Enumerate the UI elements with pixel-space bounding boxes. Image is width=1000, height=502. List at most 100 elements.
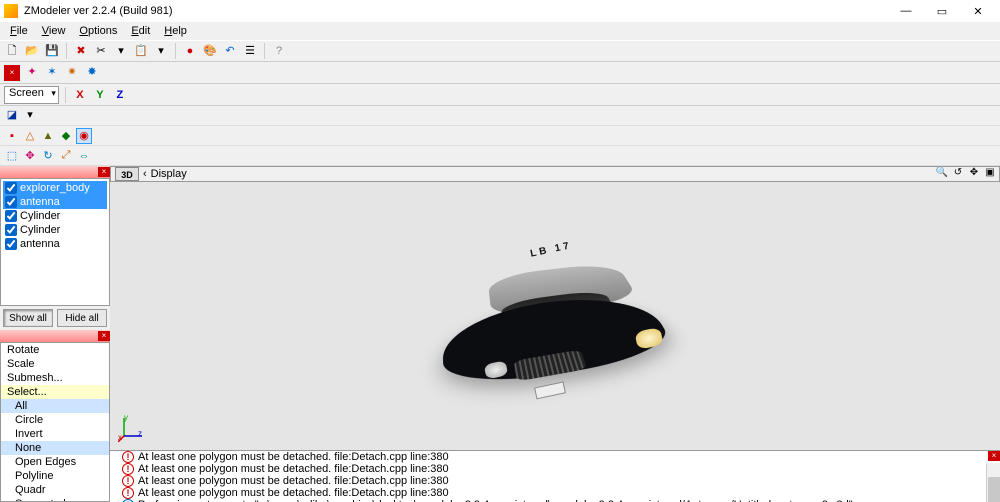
gizmo-x-label: x: [118, 433, 122, 442]
log-err-icon: !: [122, 475, 134, 487]
pan-icon[interactable]: ✥: [967, 167, 981, 181]
axis-x-button[interactable]: X: [72, 87, 88, 103]
face-mode-icon[interactable]: ▲: [40, 128, 56, 144]
zoom-icon[interactable]: 🔍: [935, 167, 949, 181]
viewport-icons: 🔍 ↺ ✥ ▣: [935, 167, 999, 181]
cube-icon[interactable]: ◪: [4, 108, 20, 124]
axis-y-button[interactable]: Y: [92, 87, 108, 103]
close-panel-icon[interactable]: ×: [4, 65, 20, 81]
log-scrollbar[interactable]: [986, 463, 1000, 502]
poly-mode-icon[interactable]: ◆: [58, 128, 74, 144]
titlebar: ZModeler ver 2.2.4 (Build 981) — ▭ ✕: [0, 0, 1000, 22]
log-err-icon: !: [122, 487, 134, 499]
log-close-icon[interactable]: ×: [988, 451, 1000, 461]
hide-all-button[interactable]: Hide all: [57, 309, 107, 327]
help-icon[interactable]: ?: [271, 43, 287, 59]
tool-item[interactable]: All: [1, 399, 109, 413]
tool-item[interactable]: Separated: [1, 497, 109, 502]
tool-item[interactable]: Open Edges: [1, 455, 109, 469]
screen-dropdown[interactable]: Screen: [4, 86, 59, 104]
open-icon[interactable]: 📂: [24, 43, 40, 59]
object-item[interactable]: Cylinder: [3, 209, 107, 223]
reset-icon[interactable]: ↺: [951, 167, 965, 181]
rotate-tool-icon[interactable]: ↻: [40, 148, 56, 164]
scrollbar-thumb[interactable]: [988, 477, 1000, 502]
tool-item[interactable]: Rotate: [1, 343, 109, 357]
close-button[interactable]: ✕: [960, 0, 996, 22]
object-checkbox[interactable]: [5, 224, 17, 236]
paste-icon[interactable]: 📋: [133, 43, 149, 59]
object-item[interactable]: antenna: [3, 195, 107, 209]
materials-icon[interactable]: 🎨: [202, 43, 218, 59]
objects-list[interactable]: explorer_bodyantennaCylinderCylinderante…: [0, 178, 110, 306]
menu-file[interactable]: File: [4, 25, 34, 37]
viewport-display-label[interactable]: Display: [147, 168, 191, 180]
edge-mode-icon[interactable]: △: [22, 128, 38, 144]
axis-z-button[interactable]: Z: [112, 87, 128, 103]
new-icon[interactable]: 🗋: [4, 43, 20, 59]
log-line: ! At least one polygon must be detached. …: [110, 475, 1000, 487]
vertex-mode-icon[interactable]: ▪: [4, 128, 20, 144]
dropdown-icon[interactable]: ▾: [113, 43, 129, 59]
minimize-button[interactable]: —: [888, 0, 924, 22]
viewport-canvas[interactable]: LB 17 y z x: [110, 182, 1000, 450]
separator: [65, 87, 66, 103]
viewport-mode-badge[interactable]: 3D: [115, 167, 139, 181]
tool-item[interactable]: Circle: [1, 413, 109, 427]
panel-close-icon[interactable]: ×: [98, 167, 110, 177]
separator: [66, 43, 67, 59]
tool-icon[interactable]: ✸: [84, 65, 100, 81]
object-checkbox[interactable]: [5, 196, 17, 208]
settings-icon[interactable]: ☰: [242, 43, 258, 59]
delete-icon[interactable]: ✖: [73, 43, 89, 59]
object-name: antenna: [20, 238, 60, 250]
show-hide-row: Show all Hide all: [0, 306, 110, 330]
tool-item[interactable]: None: [1, 441, 109, 455]
object-name: antenna: [20, 196, 60, 208]
gizmo-lines: [118, 412, 148, 442]
object-checkbox[interactable]: [5, 210, 17, 222]
tool-item[interactable]: Quadr: [1, 483, 109, 497]
object-checkbox[interactable]: [5, 182, 17, 194]
log-line: !At least one polygon must be detached. …: [110, 463, 1000, 475]
maximize-viewport-icon[interactable]: ▣: [983, 167, 997, 181]
separator: [175, 43, 176, 59]
dropdown-icon[interactable]: ▾: [153, 43, 169, 59]
maximize-button[interactable]: ▭: [924, 0, 960, 22]
main-area: × explorer_bodyantennaCylinderCylinderan…: [0, 166, 1000, 502]
obj-mode-icon[interactable]: ◉: [76, 128, 92, 144]
object-checkbox[interactable]: [5, 238, 17, 250]
panel-close-icon[interactable]: ×: [98, 331, 110, 341]
tool-icon[interactable]: ✷: [64, 65, 80, 81]
object-name: Cylinder: [20, 210, 60, 222]
tool-item[interactable]: Submesh...: [1, 371, 109, 385]
tool-item[interactable]: Polyline: [1, 469, 109, 483]
dropdown-icon[interactable]: ▾: [22, 108, 38, 124]
mirror-tool-icon[interactable]: ⇔: [76, 148, 92, 164]
menu-view[interactable]: View: [36, 25, 72, 37]
menu-options[interactable]: Options: [73, 25, 123, 37]
tool-item[interactable]: Scale: [1, 357, 109, 371]
menu-help[interactable]: Help: [158, 25, 193, 37]
log-message: At least one polygon must be detached. f…: [138, 451, 449, 463]
object-item[interactable]: antenna: [3, 237, 107, 251]
record-icon[interactable]: ●: [182, 43, 198, 59]
move-tool-icon[interactable]: ✥: [22, 148, 38, 164]
show-all-button[interactable]: Show all: [3, 309, 53, 327]
save-icon[interactable]: 💾: [44, 43, 60, 59]
tool-icon[interactable]: ✦: [24, 65, 40, 81]
object-item[interactable]: explorer_body: [3, 181, 107, 195]
tools-panel-header: ×: [0, 330, 110, 342]
tool-item[interactable]: Select...: [1, 385, 109, 399]
undo-icon[interactable]: ↶: [222, 43, 238, 59]
tool-icon[interactable]: ✶: [44, 65, 60, 81]
log-message: At least one polygon must be detached. f…: [138, 475, 449, 487]
select-tool-icon[interactable]: ⬚: [4, 148, 20, 164]
cube-toolbar: ◪ ▾: [0, 106, 1000, 126]
cut-icon[interactable]: ✂: [93, 43, 109, 59]
tools-list[interactable]: RotateScaleSubmesh...Select...AllCircleI…: [0, 342, 110, 502]
tool-item[interactable]: Invert: [1, 427, 109, 441]
object-item[interactable]: Cylinder: [3, 223, 107, 237]
scale-tool-icon[interactable]: ⤢: [58, 148, 74, 164]
menu-edit[interactable]: Edit: [125, 25, 156, 37]
